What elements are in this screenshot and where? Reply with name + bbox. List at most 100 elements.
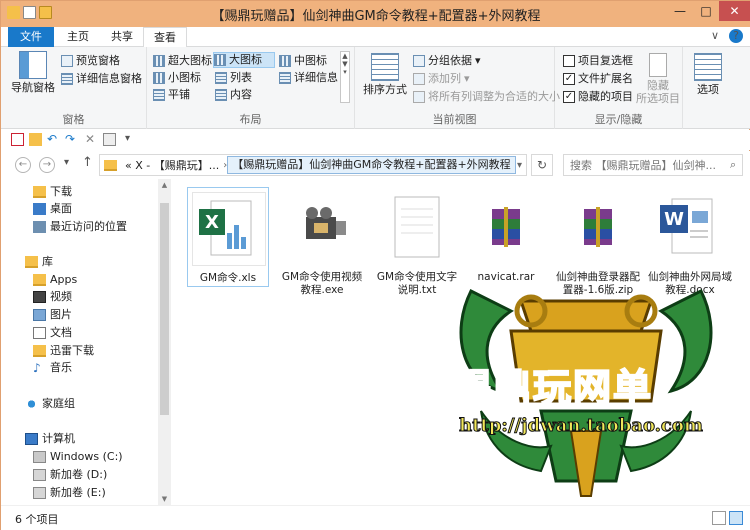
recent-locations-icon[interactable]: ▾ (64, 157, 69, 168)
ribbon-tab-controls: ∨ ? (711, 29, 743, 43)
nav-item-music[interactable]: ♪ 音乐 (33, 359, 72, 377)
layout-extra-large-label: 超大图标 (168, 54, 212, 67)
nav-item-computer[interactable]: 计算机 (25, 430, 75, 448)
hide-selected-button[interactable]: 隐藏 所选项目 (635, 53, 681, 105)
back-button[interactable]: ← (15, 157, 31, 173)
nav-item-apps[interactable]: Apps (33, 271, 77, 289)
item-checkboxes-checkbox[interactable] (563, 55, 575, 67)
properties-qa-icon[interactable] (11, 133, 24, 146)
layout-list-label: 列表 (230, 71, 252, 84)
nav-item-label: 计算机 (42, 432, 75, 445)
details-pane-label: 详细信息窗格 (76, 72, 142, 85)
item-checkboxes-label: 项目复选框 (578, 54, 633, 67)
item-checkboxes-toggle[interactable]: 项目复选框 (563, 53, 633, 69)
add-columns-button[interactable]: 添加列 ▾ (413, 71, 470, 87)
desktop-icon (33, 203, 46, 215)
rename-icon[interactable] (103, 133, 116, 146)
hidden-items-toggle[interactable]: ✓ 隐藏的项目 (563, 89, 633, 105)
layout-tiles[interactable]: 平铺 (153, 87, 190, 103)
nav-item-downloads[interactable]: 下载 (33, 183, 72, 201)
list-icon (215, 72, 227, 84)
search-icon[interactable]: ⌕ (730, 158, 736, 172)
details-view-toggle-icon[interactable] (712, 511, 726, 525)
search-box[interactable]: ⌕ (563, 154, 743, 176)
options-button[interactable]: 选项 (687, 53, 729, 96)
tab-file[interactable]: 文件 (8, 27, 54, 47)
layout-medium[interactable]: 中图标 (279, 53, 327, 69)
svg-text:W: W (664, 209, 684, 230)
refresh-button[interactable]: ↻ (531, 154, 553, 176)
nav-item-drive-d[interactable]: 新加卷 (D:) (33, 466, 107, 484)
help-icon[interactable]: ? (729, 29, 743, 43)
hide-selected-label-2: 所选项目 (636, 92, 680, 105)
file-extensions-checkbox[interactable]: ✓ (563, 73, 575, 85)
nav-item-thunder[interactable]: 迅雷下载 (33, 342, 94, 360)
nav-item-pictures[interactable]: 图片 (33, 306, 72, 324)
nav-item-label: Apps (50, 273, 78, 286)
tab-home[interactable]: 主页 (57, 27, 99, 47)
layout-tiles-label: 平铺 (168, 88, 190, 101)
nav-item-drive-c[interactable]: Windows (C:) (33, 448, 123, 466)
close-button[interactable]: ✕ (719, 1, 750, 21)
size-columns-button[interactable]: 将所有列调整为合适的大小 (413, 89, 560, 105)
redo-icon[interactable]: ↷ (65, 133, 78, 146)
search-input[interactable] (570, 158, 730, 172)
file-extensions-toggle[interactable]: ✓ 文件扩展名 (563, 71, 633, 87)
new-folder-qa-icon[interactable] (29, 133, 42, 146)
layout-large[interactable]: 大图标 (213, 52, 275, 68)
layout-content[interactable]: 内容 (215, 87, 252, 103)
breadcrumb-current[interactable]: 【赐鼎玩赠品】仙剑神曲GM命令教程+配置器+外网教程 (227, 156, 516, 174)
nav-item-recent[interactable]: 最近访问的位置 (33, 218, 127, 236)
layout-details[interactable]: 详细信息 (279, 70, 338, 86)
nav-item-desktop[interactable]: 桌面 (33, 200, 72, 218)
collapse-ribbon-button[interactable]: ∨ (711, 29, 719, 43)
address-row: ← → ▾ ↑ « X - 【赐鼎玩】... › 【赐鼎玩赠品】仙剑神曲GM命令… (1, 151, 750, 179)
address-bar[interactable]: « X - 【赐鼎玩】... › 【赐鼎玩赠品】仙剑神曲GM命令教程+配置器+外… (99, 154, 527, 176)
forward-button[interactable]: → (39, 157, 55, 173)
layout-large-label: 大图标 (229, 53, 262, 66)
nav-item-label: 新加卷 (D:) (50, 468, 108, 481)
layout-gallery-scroll[interactable]: ▲ ▼ ▾ (340, 51, 350, 103)
breadcrumb-parent[interactable]: « X - 【赐鼎玩】... (121, 157, 223, 173)
layout-list[interactable]: 列表 (215, 70, 252, 86)
nav-item-documents[interactable]: 文档 (33, 324, 72, 342)
layout-small[interactable]: 小图标 (153, 70, 201, 86)
nav-item-drive-e[interactable]: 新加卷 (E:) (33, 484, 106, 502)
maximize-button[interactable]: □ (693, 1, 719, 21)
large-icons-view-toggle-icon[interactable] (729, 511, 743, 525)
file-item[interactable]: X GM命令.xls (187, 187, 269, 287)
scroll-thumb[interactable] (160, 203, 169, 415)
tab-share[interactable]: 共享 (101, 27, 143, 47)
address-dropdown-icon[interactable]: ▾ (517, 160, 526, 171)
nav-pane-scrollbar[interactable]: ▲ ▼ (158, 179, 171, 505)
nav-pane-button[interactable]: 导航窗格 (9, 51, 57, 94)
details-pane-button[interactable]: 详细信息窗格 (61, 71, 142, 87)
libraries-icon (25, 256, 38, 268)
music-icon: ♪ (33, 361, 41, 375)
undo-icon[interactable]: ↶ (47, 133, 60, 146)
delete-icon[interactable]: ✕ (85, 133, 98, 146)
sort-by-button[interactable]: 排序方式 (361, 53, 409, 96)
minimize-button[interactable]: — (667, 1, 693, 21)
nav-item-videos[interactable]: 视频 (33, 288, 72, 306)
nav-item-homegroup[interactable]: 家庭组 (25, 395, 75, 413)
content-icon (215, 89, 227, 101)
hidden-items-checkbox[interactable]: ✓ (563, 91, 575, 103)
scroll-up-icon[interactable]: ▲ (158, 181, 171, 189)
excel-icon: X (192, 192, 266, 266)
customize-qa-icon[interactable]: ▾ (125, 133, 138, 146)
group-by-button[interactable]: 分组依据 ▾ (413, 53, 481, 69)
tab-view[interactable]: 查看 (143, 27, 187, 48)
hidden-items-label: 隐藏的项目 (578, 90, 633, 103)
up-button[interactable]: ↑ (82, 155, 93, 170)
preview-pane-button[interactable]: 预览窗格 (61, 53, 120, 69)
homegroup-icon (25, 398, 38, 410)
title-bar[interactable]: 【赐鼎玩赠品】仙剑神曲GM命令教程+配置器+外网教程 — □ ✕ (1, 1, 750, 27)
layout-extra-large[interactable]: 超大图标 (153, 53, 212, 69)
scroll-down-icon[interactable]: ▼ (158, 495, 171, 503)
address-folder-icon (104, 159, 117, 171)
nav-item-libraries[interactable]: 库 (25, 253, 53, 271)
group-by-label: 分组依据 (428, 54, 472, 67)
group-label-current-view: 当前视图 (432, 113, 477, 126)
file-item[interactable]: GM命令使用视频教程.exe (281, 187, 363, 296)
